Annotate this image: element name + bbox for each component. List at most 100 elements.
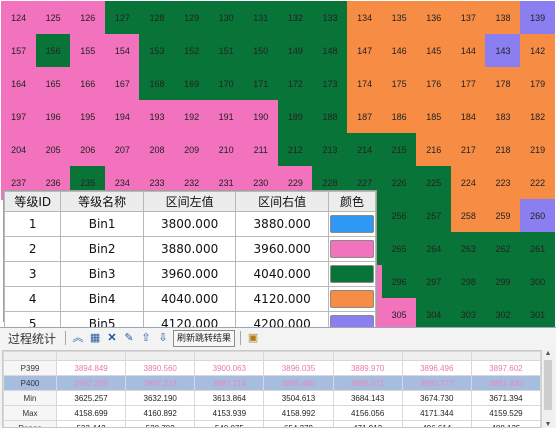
die-cell[interactable]: 188	[312, 100, 348, 134]
die-cell[interactable]: 143	[485, 34, 521, 68]
stats-value-cell[interactable]: 3897.602	[470, 360, 541, 376]
color-swatch[interactable]	[330, 290, 374, 308]
die-cell[interactable]: 191	[208, 100, 244, 134]
legend-row[interactable]: 2 Bin2 3880.000 3960.000	[3, 236, 376, 262]
stats-value-cell[interactable]: 528.702	[125, 420, 196, 427]
stats-value-cell[interactable]: 3900.063	[194, 360, 265, 376]
die-cell[interactable]: 213	[312, 133, 348, 167]
stats-value-cell[interactable]: 471.913	[332, 420, 403, 427]
stats-value-cell[interactable]: 4171.344	[401, 405, 472, 421]
die-cell[interactable]: 205	[35, 133, 71, 167]
die-cell[interactable]: 219	[520, 133, 555, 167]
die-cell[interactable]: 224	[450, 166, 486, 200]
die-cell[interactable]: 257	[416, 199, 452, 233]
legend-row[interactable]: 1 Bin1 3800.000 3880.000	[3, 211, 376, 237]
die-cell[interactable]: 222	[520, 166, 555, 200]
die-cell[interactable]: 130	[208, 1, 244, 35]
collapse-up-icon[interactable]: ︽	[71, 331, 85, 345]
color-swatch[interactable]	[330, 215, 374, 233]
legend-row[interactable]: 3 Bin3 3960.000 4040.000	[3, 261, 376, 287]
die-cell[interactable]: 256	[381, 199, 417, 233]
die-cell[interactable]: 298	[450, 265, 486, 299]
die-cell[interactable]: 299	[485, 265, 521, 299]
stats-value-cell[interactable]: 3907.209	[55, 375, 127, 391]
die-cell[interactable]: 150	[243, 34, 279, 68]
scroll-thumb[interactable]	[544, 360, 552, 410]
die-cell[interactable]: 182	[520, 100, 555, 134]
stats-value-cell[interactable]: 4153.939	[194, 405, 265, 421]
die-cell[interactable]: 168	[139, 67, 175, 101]
die-cell[interactable]: 296	[381, 265, 417, 299]
die-cell[interactable]: 154	[104, 34, 140, 68]
die-cell[interactable]: 145	[416, 34, 452, 68]
die-cell[interactable]: 264	[416, 232, 452, 266]
die-cell[interactable]: 157	[1, 34, 37, 68]
color-swatch[interactable]	[330, 240, 374, 258]
stats-value-cell[interactable]: 3625.257	[55, 390, 127, 406]
die-cell[interactable]: 152	[174, 34, 210, 68]
die-cell[interactable]: 195	[70, 100, 106, 134]
die-cell[interactable]: 126	[70, 1, 106, 35]
die-cell[interactable]: 263	[450, 232, 486, 266]
die-cell[interactable]: 125	[35, 1, 71, 35]
stats-value-cell[interactable]: 3895.071	[332, 375, 403, 391]
spreadsheet-icon[interactable]: ▦	[88, 331, 102, 345]
die-cell[interactable]: 129	[174, 1, 210, 35]
die-cell[interactable]: 226	[381, 166, 417, 200]
die-cell[interactable]: 175	[381, 67, 417, 101]
color-swatch[interactable]	[330, 265, 374, 283]
die-cell[interactable]: 260	[520, 199, 555, 233]
die-cell[interactable]: 207	[104, 133, 140, 167]
stats-value-cell[interactable]: 3671.394	[470, 390, 541, 406]
die-cell[interactable]: 167	[104, 67, 140, 101]
stats-value-cell[interactable]: 4158.992	[263, 405, 334, 421]
stats-value-cell[interactable]: 4160.892	[125, 405, 196, 421]
die-cell[interactable]: 144	[450, 34, 486, 68]
die-cell[interactable]: 212	[277, 133, 313, 167]
die-cell[interactable]: 153	[139, 34, 175, 68]
die-cell[interactable]: 302	[485, 298, 521, 327]
stats-row[interactable]: Min 3625.257 3632.190 3613.864 3504.613 3684.…	[3, 390, 541, 406]
die-cell[interactable]: 305	[381, 298, 417, 327]
die-cell[interactable]: 171	[243, 67, 279, 101]
vertical-scrollbar[interactable]: ▲ ▼	[541, 350, 554, 428]
stats-value-cell[interactable]: 3890.560	[125, 360, 196, 376]
die-cell[interactable]: 151	[208, 34, 244, 68]
die-cell[interactable]: 303	[450, 298, 486, 327]
image-export-icon[interactable]: ▣	[246, 331, 260, 345]
die-cell[interactable]: 147	[347, 34, 383, 68]
stats-row[interactable]: P400 3907.209 3907.213 3887.714 3895.480 3895…	[3, 375, 541, 391]
stats-value-cell[interactable]: 540.075	[194, 420, 265, 427]
legend-color-cell[interactable]	[328, 286, 376, 312]
legend-color-cell[interactable]	[328, 261, 376, 287]
die-cell[interactable]: 217	[450, 133, 486, 167]
stats-value-cell[interactable]: 654.379	[263, 420, 334, 427]
die-cell[interactable]: 261	[520, 232, 555, 266]
die-cell[interactable]: 177	[450, 67, 486, 101]
scroll-up-arrow-icon[interactable]: ▲	[542, 350, 554, 357]
stats-value-cell[interactable]: 3895.480	[263, 375, 334, 391]
clear-icon[interactable]: ✎	[122, 331, 136, 345]
die-cell[interactable]: 166	[70, 67, 106, 101]
stats-value-cell[interactable]: 3887.714	[194, 375, 265, 391]
stats-value-cell[interactable]: 4159.529	[470, 405, 541, 421]
stats-value-cell[interactable]: 3504.613	[263, 390, 334, 406]
stats-value-cell[interactable]: 3613.864	[194, 390, 265, 406]
die-cell[interactable]: 300	[520, 265, 555, 299]
stats-value-cell[interactable]: 533.442	[55, 420, 127, 427]
legend-row[interactable]: 4 Bin4 4040.000 4120.000	[3, 286, 376, 312]
die-cell[interactable]: 216	[416, 133, 452, 167]
die-cell[interactable]: 124	[1, 1, 37, 35]
die-cell[interactable]: 156	[35, 34, 71, 68]
die-cell[interactable]: 149	[277, 34, 313, 68]
die-cell[interactable]: 132	[277, 1, 313, 35]
die-cell[interactable]: 297	[416, 265, 452, 299]
stats-value-cell[interactable]: 496.614	[401, 420, 472, 427]
die-cell[interactable]: 185	[416, 100, 452, 134]
die-cell[interactable]: 262	[485, 232, 521, 266]
stats-row[interactable]: Range 533.442 528.702 540.075 654.379 471.913…	[3, 420, 541, 427]
die-cell[interactable]: 183	[485, 100, 521, 134]
stats-value-cell[interactable]: 3890.777	[401, 375, 472, 391]
die-cell[interactable]: 301	[520, 298, 555, 327]
die-cell[interactable]: 169	[174, 67, 210, 101]
